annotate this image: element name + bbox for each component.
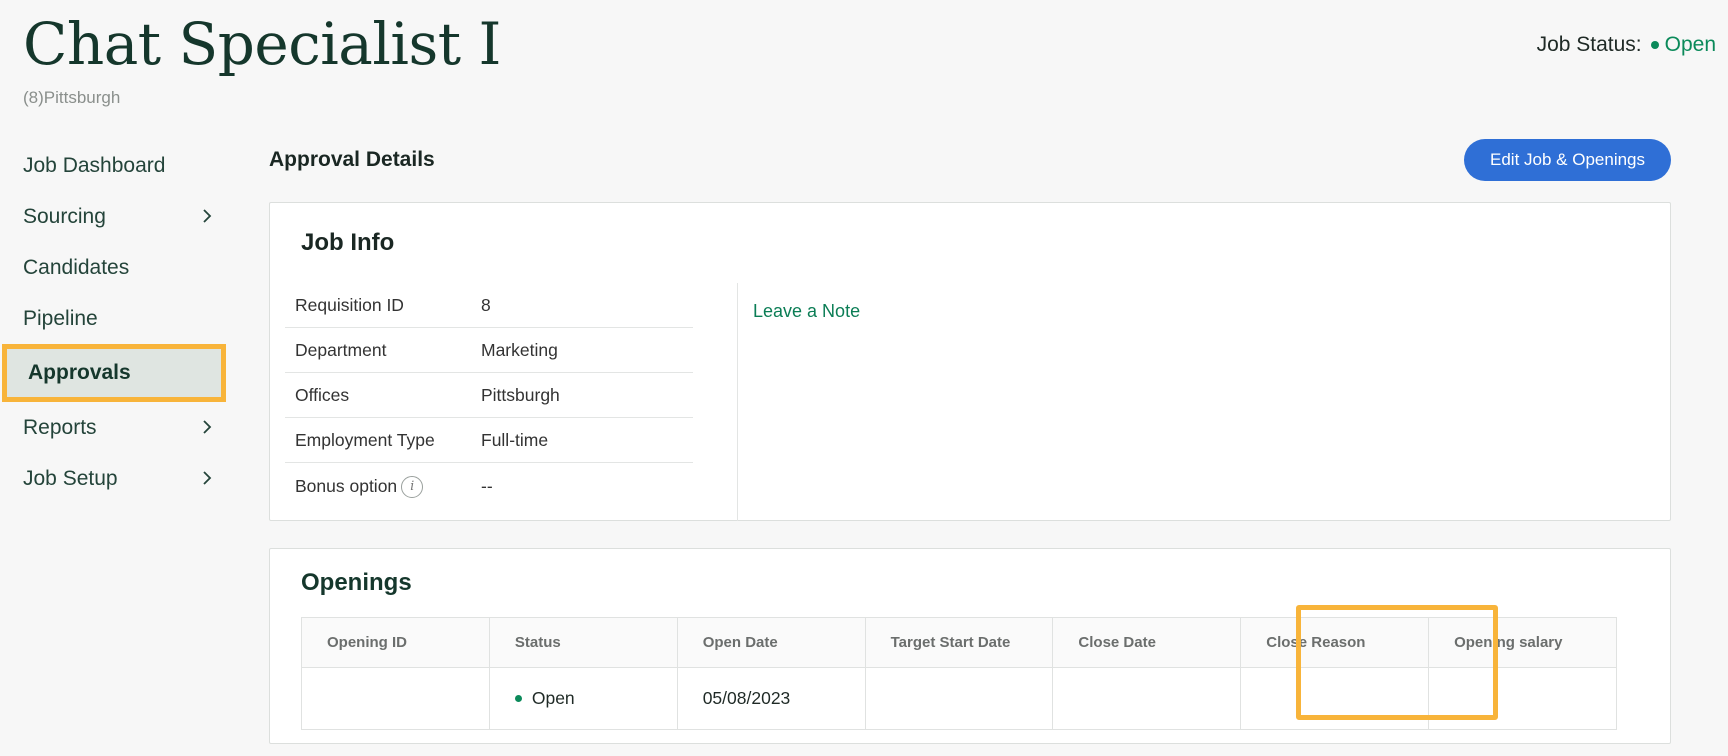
column-header-target-start-date: Target Start Date	[864, 617, 1054, 668]
sidebar-item-label: Job Dashboard	[23, 153, 166, 177]
section-title: Approval Details	[269, 148, 435, 171]
chevron-right-icon	[203, 471, 212, 485]
divider	[737, 283, 738, 521]
chevron-right-icon	[203, 420, 212, 434]
sidebar-item-candidates[interactable]: Candidates	[0, 242, 230, 293]
info-value: Marketing	[481, 339, 558, 360]
sidebar-item-label: Reports	[23, 415, 97, 439]
info-value: 8	[481, 294, 491, 315]
info-key: Department	[295, 339, 387, 360]
job-location-subtitle: (8)Pittsburgh	[23, 88, 121, 107]
sidebar-nav: Job Dashboard Sourcing Candidates Pipeli…	[0, 140, 230, 504]
info-value: Full-time	[481, 429, 549, 450]
page-title: Chat Specialist I	[23, 10, 501, 78]
info-key: Offices	[295, 384, 350, 405]
sidebar-item-job-setup[interactable]: Job Setup	[0, 453, 230, 504]
table-row: Employment Type Full-time	[285, 418, 693, 463]
info-key: Employment Type	[295, 429, 435, 450]
info-key-bonus: Bonus option i	[285, 475, 481, 498]
job-info-title: Job Info	[301, 229, 395, 256]
cell-status: Open	[488, 667, 678, 730]
column-header-opening-id: Opening ID	[301, 617, 490, 668]
column-header-close-reason: Close Reason	[1240, 617, 1430, 668]
cell-opening-id	[301, 667, 490, 730]
cell-open-date: 05/08/2023	[676, 667, 866, 730]
sidebar-item-label: Job Setup	[23, 466, 118, 490]
edit-job-openings-button[interactable]: Edit Job & Openings	[1464, 139, 1671, 181]
sidebar-item-label: Approvals	[28, 361, 131, 384]
cell-target-start-date	[864, 667, 1054, 730]
sidebar-item-job-dashboard[interactable]: Job Dashboard	[0, 140, 230, 191]
info-value: Pittsburgh	[481, 384, 560, 405]
sidebar-item-approvals[interactable]: Approvals	[2, 344, 226, 402]
openings-title: Openings	[301, 569, 412, 596]
cell-close-date	[1052, 667, 1242, 730]
job-info-card: Job Info Requisition ID 8 Department Mar…	[269, 202, 1671, 521]
status-dot-icon	[514, 695, 522, 702]
table-row: Offices Pittsburgh	[285, 373, 693, 418]
info-key-label: Bonus option	[295, 476, 398, 496]
column-header-opening-salary: Opening salary	[1428, 617, 1617, 668]
table-row: Requisition ID 8	[285, 283, 693, 328]
column-header-close-date: Close Date	[1052, 617, 1242, 668]
job-status-label: Job Status:	[1536, 33, 1642, 56]
openings-card: Openings Opening ID Status Open Date Tar…	[269, 548, 1671, 744]
table-row: Bonus option i --	[285, 463, 693, 510]
sidebar-item-reports[interactable]: Reports	[0, 402, 230, 453]
table-row: Department Marketing	[285, 328, 693, 373]
chevron-right-icon	[203, 209, 212, 223]
openings-table: Opening ID Status Open Date Target Start…	[301, 617, 1617, 730]
sidebar-item-label: Pipeline	[23, 306, 98, 330]
column-header-open-date: Open Date	[676, 617, 866, 668]
sidebar-item-pipeline[interactable]: Pipeline	[0, 293, 230, 344]
job-info-table: Requisition ID 8 Department Marketing Of…	[285, 283, 693, 510]
job-status: Job Status: Open	[1537, 33, 1716, 57]
cell-close-reason	[1240, 667, 1430, 730]
column-header-status: Status	[488, 617, 678, 668]
table-header-row: Opening ID Status Open Date Target Start…	[301, 617, 1617, 668]
cell-status-text: Open	[531, 688, 575, 708]
status-dot-icon	[1650, 41, 1659, 49]
sidebar-item-label: Sourcing	[23, 204, 106, 228]
table-row: Open 05/08/2023	[301, 667, 1617, 730]
info-key: Requisition ID	[295, 294, 404, 315]
sidebar-item-sourcing[interactable]: Sourcing	[0, 191, 230, 242]
sidebar-item-label: Candidates	[23, 255, 130, 279]
info-value: --	[481, 476, 493, 496]
job-status-value: Open	[1664, 33, 1716, 56]
cell-opening-salary	[1428, 667, 1617, 730]
info-icon[interactable]: i	[401, 475, 424, 498]
leave-note-link[interactable]: Leave a Note	[753, 301, 860, 322]
job-header: Chat Specialist I (8)Pittsburgh Job Stat…	[0, 0, 1728, 120]
